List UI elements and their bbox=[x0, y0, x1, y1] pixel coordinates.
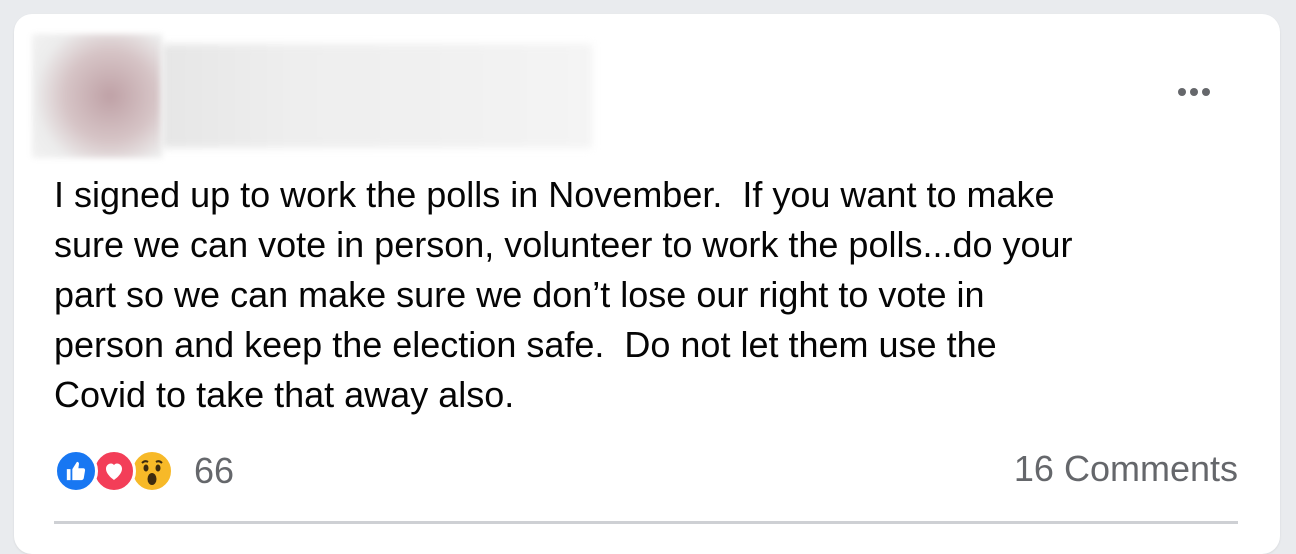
wow-icon bbox=[130, 449, 174, 493]
like-icon bbox=[54, 449, 98, 493]
post-text: I signed up to work the polls in Novembe… bbox=[54, 174, 1073, 415]
divider bbox=[54, 521, 1238, 524]
love-icon bbox=[92, 449, 136, 493]
post-card: I signed up to work the polls in Novembe… bbox=[14, 14, 1280, 554]
reaction-count: 66 bbox=[194, 450, 235, 491]
ellipsis-dot bbox=[1190, 88, 1198, 96]
more-options-button[interactable] bbox=[1170, 80, 1218, 104]
ellipsis-dot bbox=[1202, 88, 1210, 96]
blurred-author-name bbox=[162, 44, 592, 148]
ellipsis-icon bbox=[1178, 88, 1186, 96]
reactions-summary[interactable]: 66 bbox=[54, 446, 234, 496]
blurred-avatar bbox=[32, 34, 162, 158]
comments-count-link[interactable]: 16 Comments bbox=[1014, 448, 1238, 490]
